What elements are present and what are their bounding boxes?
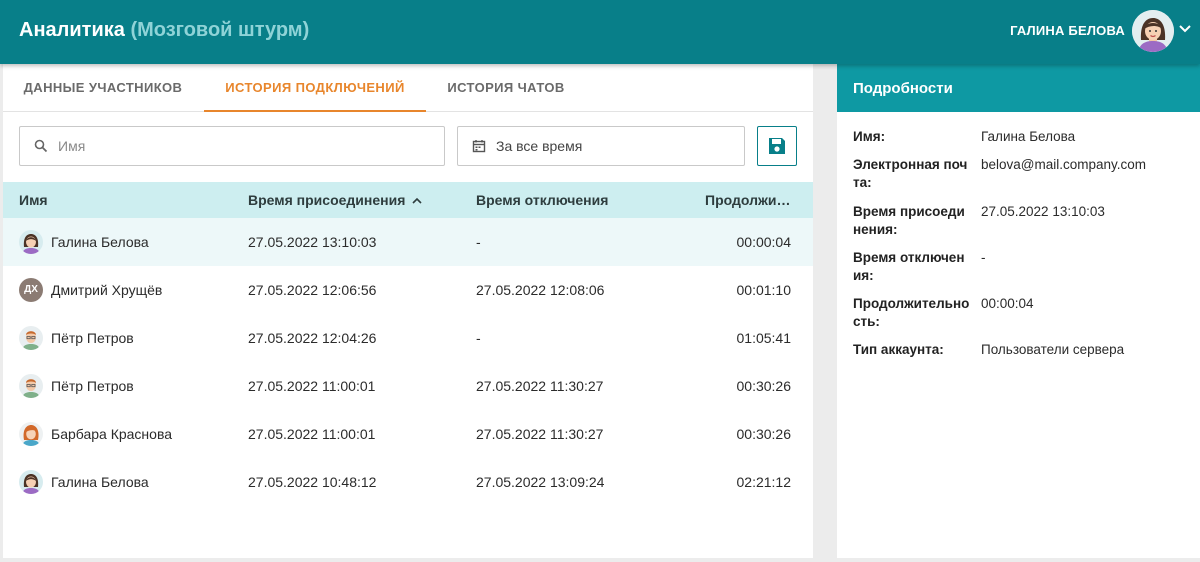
details-panel: Подробности Имя: Галина Белова Электронн… (837, 64, 1200, 558)
woman-redhead-avatar-icon (19, 422, 43, 446)
row-leave-time: - (476, 330, 481, 346)
tab-connection-history[interactable]: ИСТОРИЯ ПОДКЛЮЧЕНИЙ (204, 64, 426, 112)
detail-value: 27.05.2022 13:10:03 (981, 204, 1105, 219)
row-duration: 02:21:12 (736, 474, 792, 490)
row-duration: 00:30:26 (736, 426, 792, 442)
woman-purple-avatar-icon (19, 230, 43, 254)
row-duration: 00:00:04 (736, 234, 792, 250)
detail-label: Имя: (853, 129, 886, 144)
app-header: Аналитика (Мозговой штурм) ГАЛИНА БЕЛОВА (0, 0, 1200, 64)
initials-avatar: ДХ (19, 278, 43, 302)
detail-label: Время присоединения: (853, 204, 965, 237)
sort-ascending-icon (412, 197, 422, 204)
detail-label: Тип аккаунта: (853, 342, 944, 357)
chevron-down-icon[interactable] (1178, 22, 1192, 36)
tab-bar: ДАННЫЕ УЧАСТНИКОВ ИСТОРИЯ ПОДКЛЮЧЕНИЙ ИС… (3, 64, 813, 112)
row-name: Пётр Петров (51, 378, 134, 394)
user-name[interactable]: ГАЛИНА БЕЛОВА (1010, 23, 1125, 38)
details-header: Подробности (837, 64, 1200, 112)
app-title-text: Аналитика (19, 19, 125, 41)
table-row[interactable]: ДХ Дмитрий Хрущёв 27.05.2022 12:06:56 27… (3, 266, 813, 314)
user-avatar[interactable] (1132, 10, 1174, 52)
app-title: Аналитика (Мозговой штурм) (19, 19, 309, 42)
row-join-time: 27.05.2022 13:10:03 (248, 234, 377, 250)
row-name: Галина Белова (51, 234, 149, 250)
row-name: Галина Белова (51, 474, 149, 490)
table-row[interactable]: Пётр Петров 27.05.2022 11:00:01 27.05.20… (3, 362, 813, 410)
row-join-time: 27.05.2022 10:48:12 (248, 474, 377, 490)
detail-label: Продолжительность: (853, 296, 970, 329)
row-leave-time: 27.05.2022 11:30:27 (476, 378, 604, 394)
calendar-icon (472, 140, 486, 153)
row-join-time: 27.05.2022 11:00:01 (248, 426, 376, 442)
table-row[interactable]: Пётр Петров 27.05.2022 12:04:26 - 01:05:… (3, 314, 813, 362)
main-panel: ДАННЫЕ УЧАСТНИКОВ ИСТОРИЯ ПОДКЛЮЧЕНИЙ ИС… (3, 64, 813, 558)
details-title: Подробности (853, 80, 953, 97)
woman-purple-avatar-icon (19, 470, 43, 494)
row-leave-time: 27.05.2022 13:09:24 (476, 474, 605, 490)
table-header: Имя Время присоединения Время отключения… (3, 182, 813, 218)
row-leave-time: 27.05.2022 12:08:06 (476, 282, 605, 298)
row-name: Дмитрий Хрущёв (51, 282, 163, 298)
detail-label: Электронная почта: (853, 157, 968, 190)
column-header-join-time[interactable]: Время присоединения (248, 192, 422, 208)
tab-chat-history[interactable]: ИСТОРИЯ ЧАТОВ (426, 64, 586, 112)
meeting-name: (Мозговой штурм) (130, 19, 310, 41)
column-header-duration[interactable]: Продолжи… (705, 192, 791, 208)
search-input[interactable] (58, 135, 438, 157)
detail-value: 00:00:04 (981, 296, 1034, 311)
date-range-select[interactable]: За все время (457, 126, 745, 166)
row-leave-time: 27.05.2022 11:30:27 (476, 426, 604, 442)
man-glasses-avatar-icon (19, 374, 43, 398)
name-search-field[interactable] (19, 126, 445, 166)
search-icon (34, 139, 48, 153)
detail-value: Галина Белова (981, 129, 1076, 144)
connections-table-body: Галина Белова 27.05.2022 13:10:03 - 00:0… (3, 218, 813, 506)
row-name: Пётр Петров (51, 330, 134, 346)
save-icon (769, 138, 785, 154)
column-header-name[interactable]: Имя (19, 192, 48, 208)
row-duration: 01:05:41 (736, 330, 792, 346)
row-name: Барбара Краснова (51, 426, 173, 442)
detail-value: - (981, 250, 986, 265)
table-row[interactable]: Галина Белова 27.05.2022 13:10:03 - 00:0… (3, 218, 813, 266)
man-glasses-avatar-icon (19, 326, 43, 350)
row-join-time: 27.05.2022 12:06:56 (248, 282, 377, 298)
tab-participants[interactable]: ДАННЫЕ УЧАСТНИКОВ (3, 64, 203, 112)
save-button[interactable] (757, 126, 797, 166)
detail-value: Пользователи сервера (981, 342, 1125, 357)
row-leave-time: - (476, 234, 481, 250)
table-row[interactable]: Галина Белова 27.05.2022 10:48:12 27.05.… (3, 458, 813, 506)
row-duration: 00:01:10 (736, 282, 792, 298)
row-join-time: 27.05.2022 11:00:01 (248, 378, 376, 394)
date-range-label: За все время (496, 138, 583, 154)
column-header-leave-time[interactable]: Время отключения (476, 192, 608, 208)
row-duration: 00:30:26 (736, 378, 792, 394)
detail-value: belova@mail.company.com (981, 157, 1147, 172)
row-join-time: 27.05.2022 12:04:26 (248, 330, 377, 346)
detail-label: Время отключения: (853, 250, 965, 283)
column-header-join-label: Время присоединения (248, 192, 406, 208)
table-row[interactable]: Барбара Краснова 27.05.2022 11:00:01 27.… (3, 410, 813, 458)
